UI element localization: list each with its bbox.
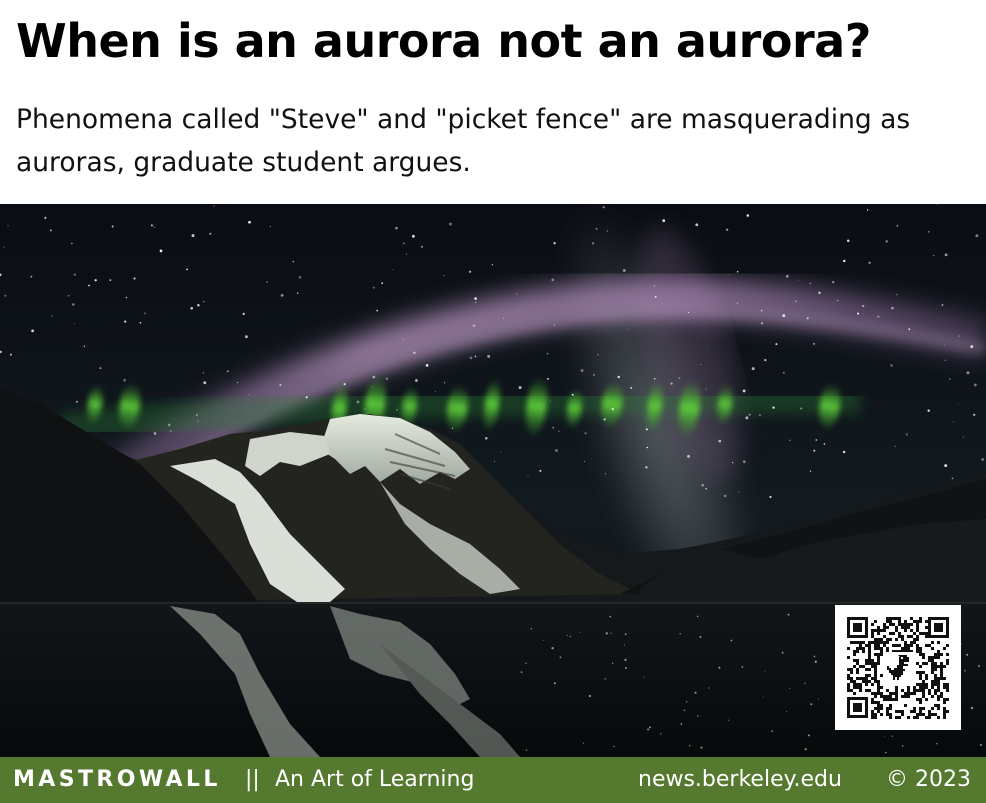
dinosaur-icon: [883, 652, 913, 682]
copyright-notice: © 2023: [886, 767, 971, 792]
footer-bar: MASTROWALL || An Art of Learning news.be…: [0, 757, 986, 803]
page-subtitle: Phenomena called "Steve" and "picket fen…: [16, 104, 911, 178]
footer-separator: ||: [245, 767, 260, 792]
header: When is an aurora not an aurora? Phenome…: [0, 0, 986, 204]
brand-tagline: An Art of Learning: [275, 767, 475, 792]
qr-code[interactable]: [835, 605, 961, 730]
brand-name: MASTROWALL: [13, 767, 221, 792]
source-link[interactable]: news.berkeley.edu: [638, 766, 842, 794]
page-title: When is an aurora not an aurora?: [16, 14, 871, 68]
